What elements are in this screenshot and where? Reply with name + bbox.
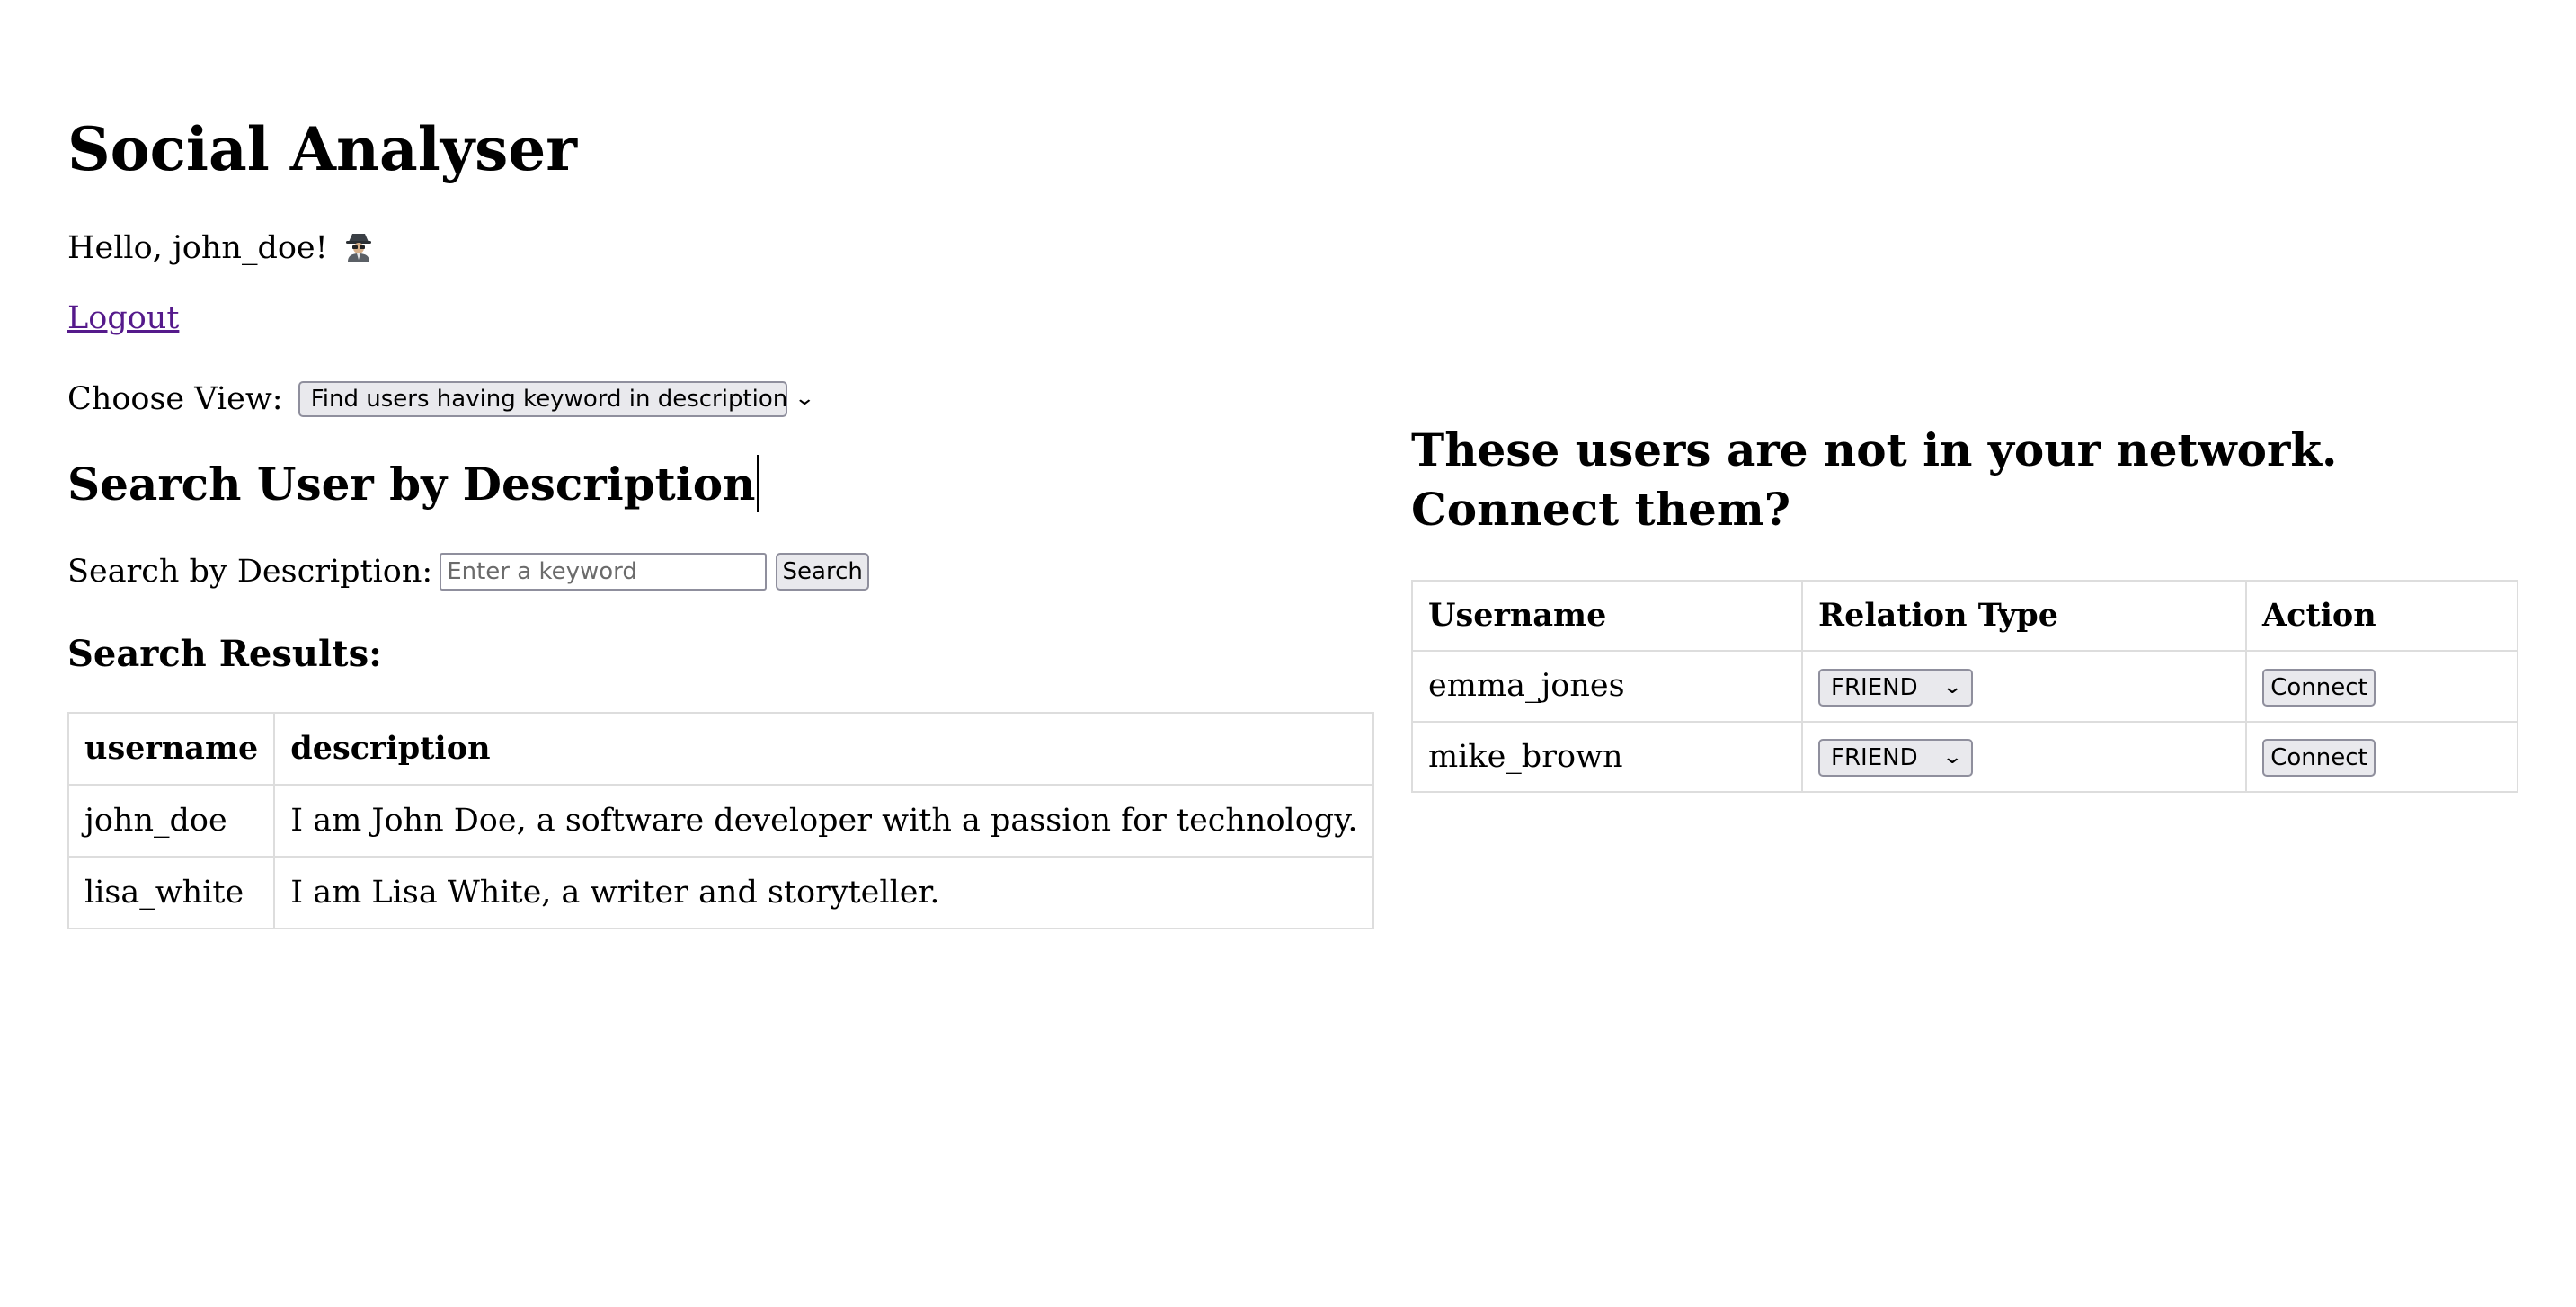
relation-select[interactable]: FRIEND ⌄ [1818,739,1973,777]
column-header-action: Action [2245,580,2518,652]
table-row: mike_brown FRIEND ⌄ Connect [1411,720,2518,793]
view-chooser: Choose View: Find users having keyword i… [67,378,815,421]
relation-select-value: FRIEND [1831,744,1918,771]
table-row: john_doe I am John Doe, a software devel… [67,784,1375,858]
chevron-down-icon: ⌄ [1941,746,1963,769]
search-section-title-text: Search User by Description [67,458,756,511]
connect-button[interactable]: Connect [2262,668,2376,707]
table-row: lisa_white I am Lisa White, a writer and… [67,856,1375,929]
results-table: username description john_doe I am John … [67,712,1375,929]
cell-action: Connect [2245,650,2518,723]
results-title: Search Results: [67,633,382,675]
cell-relation: FRIEND ⌄ [1801,650,2247,723]
chevron-down-icon: ⌄ [794,387,816,410]
cell-relation: FRIEND ⌄ [1801,720,2247,793]
table-header-row: Username Relation Type Action [1411,580,2518,652]
cell-username: mike_brown [1411,720,1803,793]
text-cursor [757,455,760,512]
search-input[interactable] [440,553,768,591]
search-row: Search by Description: Search [67,550,870,593]
search-section-title: Search User by Description [67,454,760,515]
relation-select[interactable]: FRIEND ⌄ [1818,668,1973,707]
search-button[interactable]: Search [776,553,870,591]
table-header-row: username description [67,712,1375,786]
search-label: Search by Description: [67,554,433,590]
connect-button[interactable]: Connect [2262,739,2376,777]
cell-username: john_doe [67,784,276,858]
page: Social Analyser Hello, john_doe! Logout … [0,0,2576,1307]
table-row: emma_jones FRIEND ⌄ Connect [1411,650,2518,723]
network-title: These users are not in your network. Con… [1411,423,2338,536]
network-table: Username Relation Type Action emma_jones… [1411,580,2518,793]
greeting-text: Hello, john_doe! [67,230,328,266]
chevron-down-icon: ⌄ [1941,675,1963,698]
cell-action: Connect [2245,720,2518,793]
spy-icon [345,234,371,262]
column-header-description: description [273,712,1375,786]
cell-username: emma_jones [1411,650,1803,723]
cell-description: I am Lisa White, a writer and storytelle… [273,856,1375,929]
cell-username: lisa_white [67,856,276,929]
relation-select-value: FRIEND [1831,673,1918,701]
app-title: Social Analyser [67,114,578,184]
column-header-username: username [67,712,276,786]
greeting: Hello, john_doe! [67,227,372,270]
logout-link[interactable]: Logout [67,297,179,340]
column-header-username: Username [1411,580,1803,652]
view-select[interactable]: Find users having keyword in description… [298,381,815,417]
view-select-value: Find users having keyword in description [310,386,788,413]
view-label: Choose View: [67,381,283,417]
column-header-relation-type: Relation Type [1801,580,2247,652]
cell-description: I am John Doe, a software developer with… [273,784,1375,858]
